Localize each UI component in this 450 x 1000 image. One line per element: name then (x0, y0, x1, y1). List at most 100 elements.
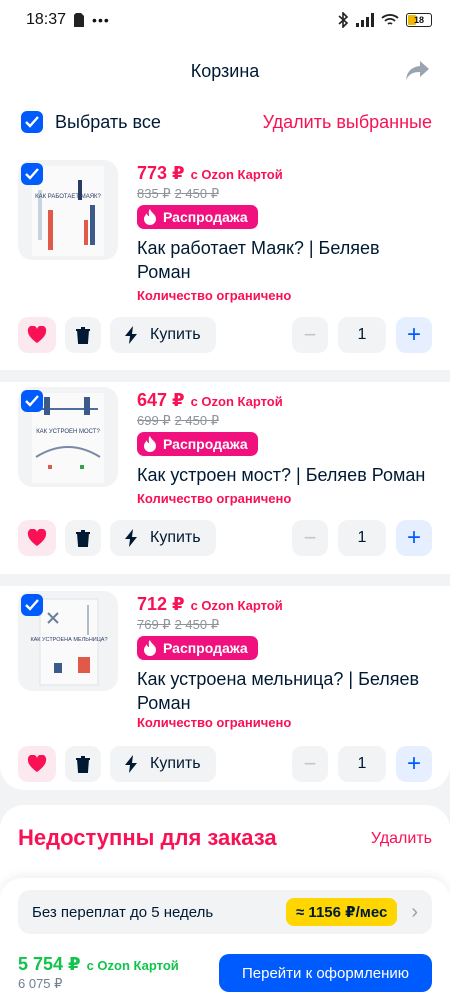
check-icon (25, 395, 39, 407)
status-time: 18:37 (26, 11, 67, 28)
header: Корзина (0, 40, 450, 102)
delete-button[interactable] (65, 746, 101, 782)
ozon-card-label: с Ozon Картой (190, 167, 283, 182)
total-card-label: с Ozon Картой (86, 958, 179, 973)
item-price: 773 ₽ с Ozon Картой (137, 163, 283, 184)
checkout-button[interactable]: Перейти к оформлению (219, 954, 432, 992)
increase-qty-button[interactable]: + (396, 520, 432, 556)
item-price: 647 ₽ с Ozon Картой (137, 390, 283, 411)
buy-now-button[interactable]: Купить (110, 317, 216, 353)
battery-icon: 18 (406, 13, 432, 27)
old-price-2: 2 450 ₽ (174, 186, 219, 201)
old-price-1: 769 ₽ (137, 617, 171, 632)
signal-icon (356, 13, 374, 27)
old-price: 835 ₽2 450 ₽ (137, 186, 223, 202)
select-all-row: Выбрать все Удалить выбранные (0, 102, 450, 142)
old-price-2: 2 450 ₽ (174, 413, 219, 428)
heart-icon (27, 529, 47, 546)
cart-item: КАК УСТРОЕН МОСТ? 647 ₽ с Ozon Картой 69… (0, 387, 450, 587)
item-price: 712 ₽ с Ozon Картой (137, 594, 283, 615)
quantity-value[interactable]: 1 (338, 746, 386, 782)
total-value: 5 754 ₽ (18, 954, 81, 974)
price-value: 647 ₽ (137, 390, 185, 410)
price-value: 712 ₽ (137, 594, 185, 614)
select-all-label[interactable]: Выбрать все (55, 112, 161, 133)
sale-badge: Распродажа (137, 636, 258, 660)
item-checkbox[interactable] (21, 594, 43, 616)
total-old-price: 6 075 ₽ (18, 976, 63, 991)
favorite-button[interactable] (18, 520, 56, 556)
delete-selected-button[interactable]: Удалить выбранные (263, 112, 432, 133)
cover-title: КАК УСТРОЕНА МЕЛЬНИЦА? (30, 637, 107, 643)
checkout-bar: Без переплат до 5 недель ≈ 1156 ₽/мес › … (0, 878, 450, 1000)
buy-now-button[interactable]: Купить (110, 520, 216, 556)
installment-amount: ≈ 1156 ₽/мес (286, 898, 398, 926)
trash-icon (76, 530, 90, 547)
item-checkbox[interactable] (21, 163, 43, 185)
check-icon (25, 168, 39, 180)
installment-banner[interactable]: Без переплат до 5 недель ≈ 1156 ₽/мес › (18, 890, 432, 934)
old-price-2: 2 450 ₽ (174, 617, 219, 632)
fire-icon (144, 436, 156, 452)
sale-badge: Распродажа (137, 432, 258, 456)
old-price: 769 ₽2 450 ₽ (137, 617, 223, 633)
decrease-qty-button[interactable]: − (292, 520, 328, 556)
decrease-qty-button[interactable]: − (292, 317, 328, 353)
cart-item: КАК РАБОТАЕТ МАЯК? 773 ₽ с Ozon Картой 8… (0, 160, 450, 366)
lightning-icon (125, 529, 137, 547)
fire-icon (144, 640, 156, 656)
item-actions: Купить − 1 + (18, 317, 432, 353)
check-icon (25, 116, 39, 128)
status-bar: 18:37 ••• 18 (0, 0, 450, 40)
item-actions: Купить − 1 + (18, 746, 432, 782)
trash-icon (76, 756, 90, 773)
page-title: Корзина (190, 60, 260, 81)
price-value: 773 ₽ (137, 163, 185, 183)
item-title[interactable]: Как работает Маяк? | Беляев Роман (137, 236, 427, 284)
old-price-1: 835 ₽ (137, 186, 171, 201)
delete-button[interactable] (65, 520, 101, 556)
delete-button[interactable] (65, 317, 101, 353)
limited-label: Количество ограничено (137, 288, 292, 303)
item-actions: Купить − 1 + (18, 520, 432, 556)
item-title[interactable]: Как устроена мельница? | Беляев Роман (137, 667, 427, 715)
heart-icon (27, 326, 47, 343)
item-title[interactable]: Как устроен мост? | Беляев Роман (137, 463, 427, 487)
limited-label: Количество ограничено (137, 715, 292, 730)
divider (0, 574, 450, 586)
ozon-card-label: с Ozon Картой (190, 598, 283, 613)
lightning-icon (125, 755, 137, 773)
divider (0, 370, 450, 382)
old-price-1: 699 ₽ (137, 413, 171, 428)
cover-title: КАК УСТРОЕН МОСТ? (36, 429, 100, 435)
cover-title: КАК РАБОТАЕТ МАЯК? (35, 194, 101, 200)
ozon-card-label: с Ozon Картой (190, 394, 283, 409)
share-icon[interactable] (406, 60, 430, 82)
wifi-icon (381, 14, 399, 25)
select-all-checkbox[interactable] (21, 111, 43, 133)
quantity-value[interactable]: 1 (338, 317, 386, 353)
more-dots-icon: ••• (92, 12, 110, 28)
sale-badge: Распродажа (137, 205, 258, 229)
fire-icon (144, 209, 156, 225)
favorite-button[interactable] (18, 317, 56, 353)
lightning-icon (125, 326, 137, 344)
old-price: 699 ₽2 450 ₽ (137, 413, 223, 429)
decrease-qty-button[interactable]: − (292, 746, 328, 782)
sim-icon (74, 13, 85, 27)
quantity-value[interactable]: 1 (338, 520, 386, 556)
increase-qty-button[interactable]: + (396, 317, 432, 353)
unavailable-title: Недоступны для заказа (18, 825, 277, 850)
unavailable-delete-button[interactable]: Удалить (371, 830, 432, 848)
bluetooth-icon (338, 12, 349, 28)
increase-qty-button[interactable]: + (396, 746, 432, 782)
favorite-button[interactable] (18, 746, 56, 782)
buy-now-button[interactable]: Купить (110, 746, 216, 782)
trash-icon (76, 327, 90, 344)
item-checkbox[interactable] (21, 390, 43, 412)
installment-text: Без переплат до 5 недель (32, 903, 214, 921)
total-price: 5 754 ₽ с Ozon Картой (18, 954, 179, 975)
heart-icon (27, 755, 47, 772)
limited-label: Количество ограничено (137, 491, 292, 506)
chevron-right-icon: › (411, 900, 418, 923)
